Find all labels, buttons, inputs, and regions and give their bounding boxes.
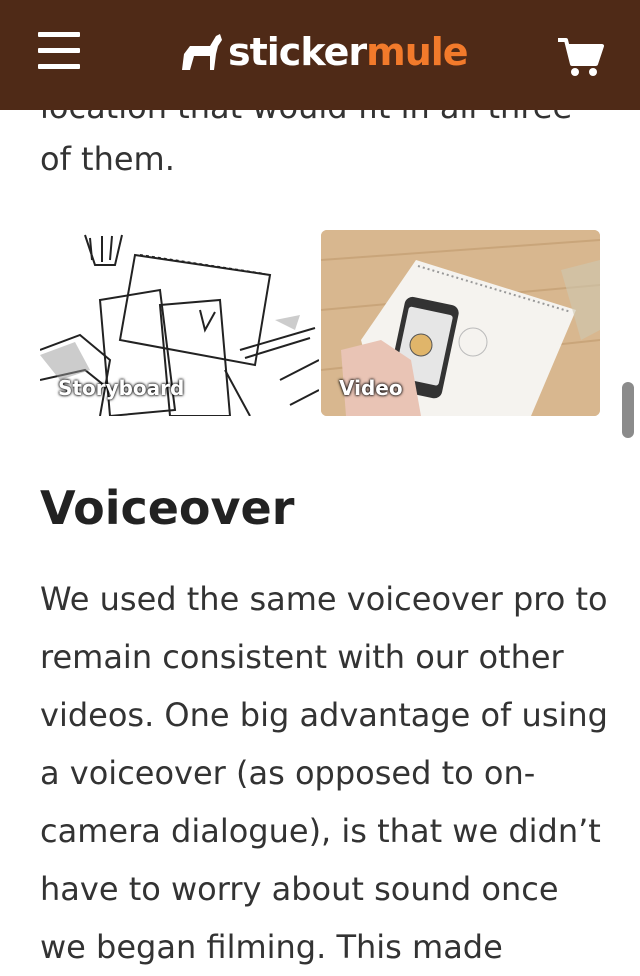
video-image[interactable]: Video (321, 230, 600, 416)
video-label: Video (339, 376, 403, 400)
logo-text-mule: mule (366, 30, 468, 74)
storyboard-image[interactable]: Storyboard (40, 230, 319, 416)
shopping-cart-icon[interactable] (556, 36, 604, 78)
mule-logo-icon (182, 34, 222, 70)
logo-text-sticker: sticker (228, 30, 367, 74)
top-nav-bar: sticker mule (0, 0, 640, 110)
page-scrollbar[interactable] (622, 382, 634, 438)
media-gallery: Storyboard Video (40, 230, 600, 416)
paragraph-end: of them. (40, 140, 175, 178)
hamburger-menu-icon[interactable] (38, 32, 80, 72)
storyboard-label: Storyboard (58, 376, 185, 400)
body-paragraph: We used the same voiceover pro to remain… (40, 580, 608, 966)
section-title: Voiceover (40, 481, 295, 535)
site-logo[interactable]: sticker mule (180, 26, 469, 78)
